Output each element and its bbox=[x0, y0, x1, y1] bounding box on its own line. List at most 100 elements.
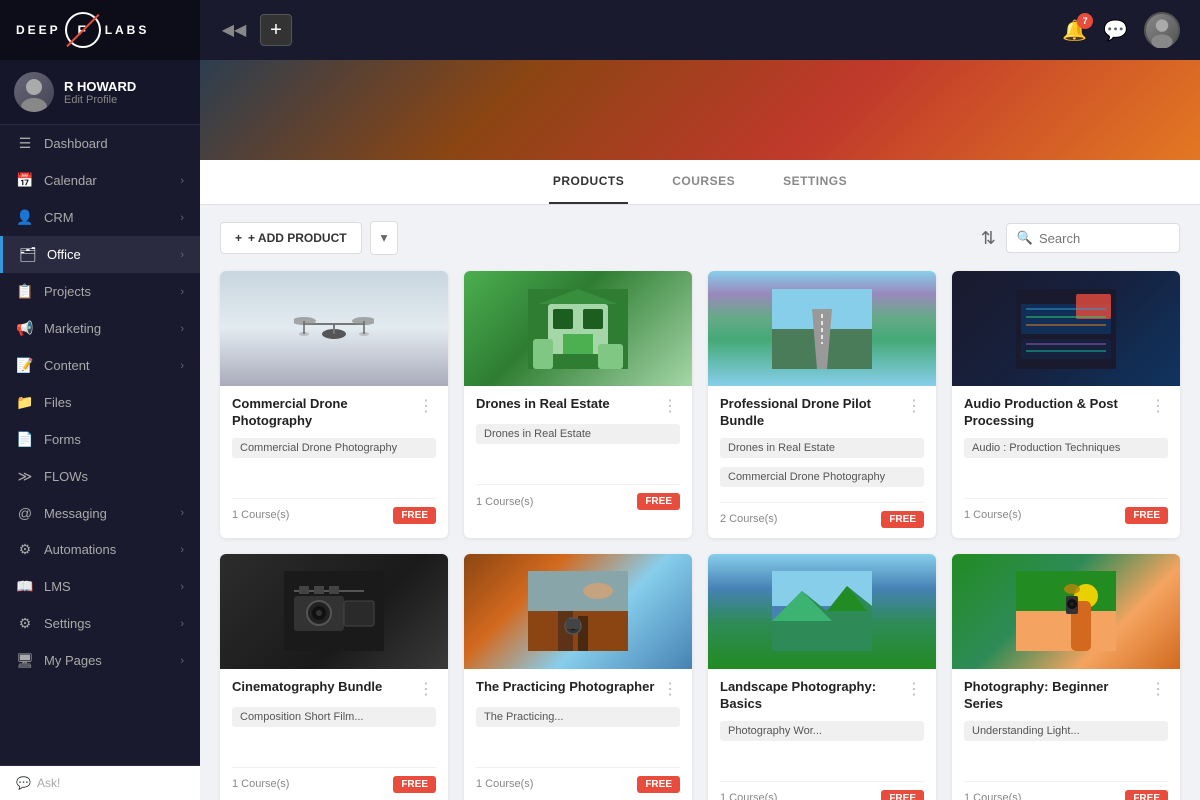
card-image bbox=[464, 271, 692, 386]
card-footer: 2 Course(s) FREE bbox=[720, 502, 924, 528]
card-image bbox=[952, 554, 1180, 669]
sidebar-item-label: Marketing bbox=[44, 321, 101, 336]
chevron-right-icon: › bbox=[180, 544, 184, 556]
sidebar-item-forms[interactable]: 📄 Forms bbox=[0, 421, 200, 458]
course-count: 1 Course(s) bbox=[476, 778, 533, 790]
card-tag: Photography Wor... bbox=[720, 721, 924, 741]
card-image bbox=[708, 554, 936, 669]
card-tag: Composition Short Film... bbox=[232, 707, 436, 727]
card-menu-button[interactable]: ⋮ bbox=[904, 396, 924, 416]
profile-name: R HOWARD bbox=[64, 79, 136, 94]
filter-button[interactable]: ⇅ bbox=[981, 228, 996, 249]
flows-icon: ≫ bbox=[16, 468, 34, 485]
add-button[interactable]: + bbox=[260, 14, 292, 46]
search-input[interactable] bbox=[1039, 231, 1169, 246]
content-area: PRODUCTS COURSES SETTINGS + + ADD PRODUC… bbox=[200, 60, 1200, 800]
card-tags: Audio : Production Techniques bbox=[964, 438, 1168, 488]
card-footer: 1 Course(s) FREE bbox=[476, 767, 680, 793]
calendar-icon: 📅 bbox=[16, 172, 34, 189]
nav-menu: ☰ Dashboard 📅 Calendar › 👤 CRM › 🗂 Offic… bbox=[0, 125, 200, 765]
course-count: 1 Course(s) bbox=[720, 792, 777, 800]
sidebar-item-label: Forms bbox=[44, 432, 81, 447]
sidebar-item-settings[interactable]: ⚙ Settings › bbox=[0, 605, 200, 642]
sidebar-item-mypages[interactable]: 🖥 My Pages › bbox=[0, 642, 200, 679]
sidebar-item-messaging[interactable]: @ Messaging › bbox=[0, 495, 200, 531]
product-card-photography-beginner: Photography: Beginner Series ⋮ Understan… bbox=[952, 554, 1180, 800]
card-tag: Commercial Drone Photography bbox=[232, 438, 436, 458]
chevron-right-icon: › bbox=[180, 581, 184, 593]
chevron-right-icon: › bbox=[180, 249, 184, 261]
sidebar-profile[interactable]: R HOWARD Edit Profile bbox=[0, 60, 200, 125]
dropdown-arrow-button[interactable]: ▾ bbox=[370, 221, 399, 255]
card-menu-button[interactable]: ⋮ bbox=[416, 679, 436, 699]
mypages-icon: 🖥 bbox=[16, 652, 34, 669]
collapse-sidebar-button[interactable]: ◀◀ bbox=[220, 16, 248, 44]
card-tag: Drones in Real Estate bbox=[476, 424, 680, 444]
card-menu-button[interactable]: ⋮ bbox=[660, 396, 680, 416]
product-card-drones-real-estate: Drones in Real Estate ⋮ Drones in Real E… bbox=[464, 271, 692, 538]
card-tags: Understanding Light... bbox=[964, 721, 1168, 771]
card-footer: 1 Course(s) FREE bbox=[720, 781, 924, 800]
tab-courses[interactable]: COURSES bbox=[668, 160, 739, 204]
tab-settings[interactable]: SETTINGS bbox=[779, 160, 851, 204]
card-menu-button[interactable]: ⋮ bbox=[1148, 396, 1168, 416]
card-tags: Drones in Real Estate bbox=[476, 424, 680, 474]
course-count: 1 Course(s) bbox=[476, 496, 533, 508]
topbar: ◀◀ + 🔔 7 💬 bbox=[200, 0, 1200, 60]
logo-name-left: DEEP bbox=[16, 23, 61, 37]
marketing-icon: 📢 bbox=[16, 320, 34, 337]
sidebar-item-calendar[interactable]: 📅 Calendar › bbox=[0, 162, 200, 199]
profile-edit-link[interactable]: Edit Profile bbox=[64, 94, 136, 106]
tab-products[interactable]: PRODUCTS bbox=[549, 160, 628, 204]
sidebar-item-projects[interactable]: 📋 Projects › bbox=[0, 273, 200, 310]
course-count: 1 Course(s) bbox=[232, 509, 289, 521]
card-image bbox=[464, 554, 692, 669]
card-menu-button[interactable]: ⋮ bbox=[1148, 679, 1168, 699]
sidebar-item-crm[interactable]: 👤 CRM › bbox=[0, 199, 200, 236]
plus-icon: + bbox=[235, 231, 242, 245]
sidebar-item-dashboard[interactable]: ☰ Dashboard bbox=[0, 125, 200, 162]
products-toolbar: + + ADD PRODUCT ▾ ⇅ 🔍 bbox=[200, 205, 1200, 271]
sidebar-item-lms[interactable]: 📖 LMS › bbox=[0, 568, 200, 605]
logo-name-right: LABS bbox=[105, 23, 150, 37]
automations-icon: ⚙ bbox=[16, 541, 34, 558]
logo-circle: F bbox=[65, 12, 101, 48]
sidebar-item-label: Messaging bbox=[44, 506, 107, 521]
product-card-practicing-photographer: The Practicing Photographer ⋮ The Practi… bbox=[464, 554, 692, 800]
card-footer: 1 Course(s) FREE bbox=[476, 484, 680, 510]
profile-info: R HOWARD Edit Profile bbox=[64, 79, 136, 106]
sidebar-item-flows[interactable]: ≫ FLOWs bbox=[0, 458, 200, 495]
free-badge: FREE bbox=[881, 790, 924, 800]
sidebar-item-marketing[interactable]: 📢 Marketing › bbox=[0, 310, 200, 347]
sidebar-item-label: Dashboard bbox=[44, 136, 108, 151]
notifications-button[interactable]: 🔔 7 bbox=[1062, 18, 1087, 43]
card-menu-button[interactable]: ⋮ bbox=[416, 396, 436, 416]
sidebar-item-label: Settings bbox=[44, 616, 91, 631]
user-avatar[interactable] bbox=[1144, 12, 1180, 48]
card-title: Commercial Drone Photography bbox=[232, 396, 416, 430]
projects-icon: 📋 bbox=[16, 283, 34, 300]
sidebar-item-office[interactable]: 🗂 Office › bbox=[0, 236, 200, 273]
card-tags: Drones in Real Estate Commercial Drone P… bbox=[720, 438, 924, 492]
ask-icon: 💬 bbox=[16, 776, 31, 790]
card-image bbox=[220, 271, 448, 386]
sidebar-item-label: Projects bbox=[44, 284, 91, 299]
free-badge: FREE bbox=[1125, 790, 1168, 800]
card-title: Professional Drone Pilot Bundle bbox=[720, 396, 904, 430]
sidebar-item-files[interactable]: 📁 Files bbox=[0, 384, 200, 421]
free-badge: FREE bbox=[637, 493, 680, 510]
chevron-right-icon: › bbox=[180, 507, 184, 519]
card-footer: 1 Course(s) FREE bbox=[964, 498, 1168, 524]
sidebar-item-automations[interactable]: ⚙ Automations › bbox=[0, 531, 200, 568]
card-footer: 1 Course(s) FREE bbox=[232, 767, 436, 793]
card-menu-button[interactable]: ⋮ bbox=[904, 679, 924, 699]
sidebar-item-content[interactable]: 📝 Content › bbox=[0, 347, 200, 384]
card-menu-button[interactable]: ⋮ bbox=[660, 679, 680, 699]
product-grid: Commercial Drone Photography ⋮ Commercia… bbox=[200, 271, 1200, 800]
sidebar-item-label: Content bbox=[44, 358, 90, 373]
add-product-button[interactable]: + + ADD PRODUCT bbox=[220, 222, 362, 254]
card-title: Landscape Photography: Basics bbox=[720, 679, 904, 713]
messages-button[interactable]: 💬 bbox=[1103, 18, 1128, 43]
card-tag: Drones in Real Estate bbox=[720, 438, 924, 458]
ask-button[interactable]: 💬 Ask! bbox=[0, 765, 200, 800]
